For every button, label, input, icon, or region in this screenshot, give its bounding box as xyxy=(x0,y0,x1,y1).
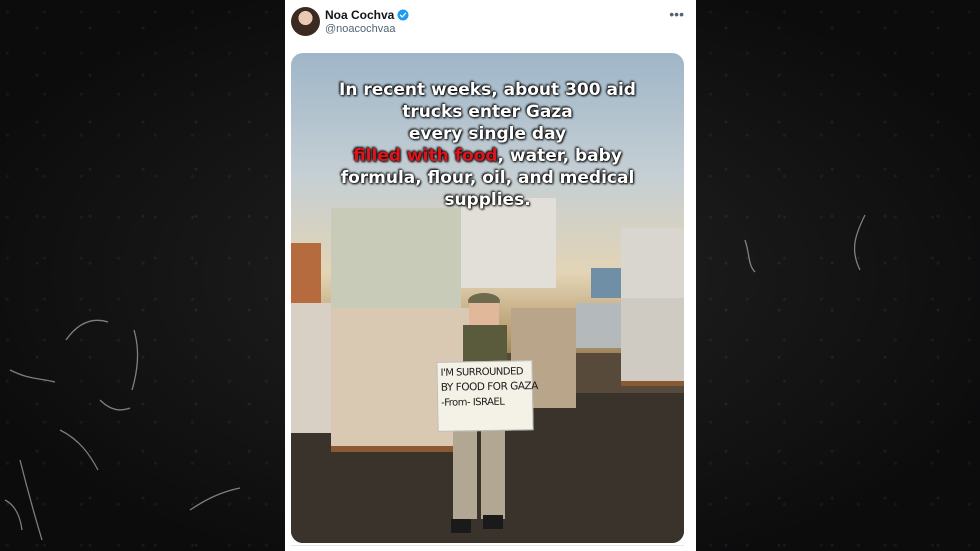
tweet-media-image[interactable]: In recent weeks, about 300 aid trucks en… xyxy=(291,53,684,543)
overlay-highlight: filled with food xyxy=(353,146,498,166)
author-handle[interactable]: @noacochvaa xyxy=(325,23,396,35)
overlay-line-2: trucks enter Gaza xyxy=(402,102,573,122)
verified-badge-icon xyxy=(397,9,409,21)
overlay-line-4: filled with food, water, baby xyxy=(291,145,684,167)
sign-line-1: I'M SURROUNDED xyxy=(440,366,524,379)
more-options-icon[interactable]: ••• xyxy=(669,6,684,22)
author-name-text[interactable]: Noa Cochva xyxy=(325,8,394,22)
tweet-card: Noa Cochva @noacochvaa ••• In recent wee… xyxy=(285,0,696,551)
sign-line-2: BY FOOD FOR GAZA xyxy=(440,380,538,394)
author-display-name[interactable]: Noa Cochva xyxy=(325,8,409,22)
tweet-footer-divider xyxy=(291,545,684,551)
author-avatar[interactable] xyxy=(291,7,320,36)
overlay-line-1: In recent weeks, about 300 aid xyxy=(339,80,636,100)
tweet-header: Noa Cochva @noacochvaa ••• xyxy=(285,0,696,50)
overlay-after-highlight: , water, baby xyxy=(497,146,622,166)
sign-line-3: -From- ISRAEL xyxy=(441,396,505,409)
overlay-line-5: formula, flour, oil, and medical xyxy=(340,168,635,188)
protest-sign: I'M SURROUNDED BY FOOD FOR GAZA -From- I… xyxy=(436,360,538,432)
overlay-caption: In recent weeks, about 300 aid trucks en… xyxy=(291,79,684,211)
overlay-line-3: every single day xyxy=(408,124,567,144)
overlay-line-6: supplies. xyxy=(444,190,531,210)
